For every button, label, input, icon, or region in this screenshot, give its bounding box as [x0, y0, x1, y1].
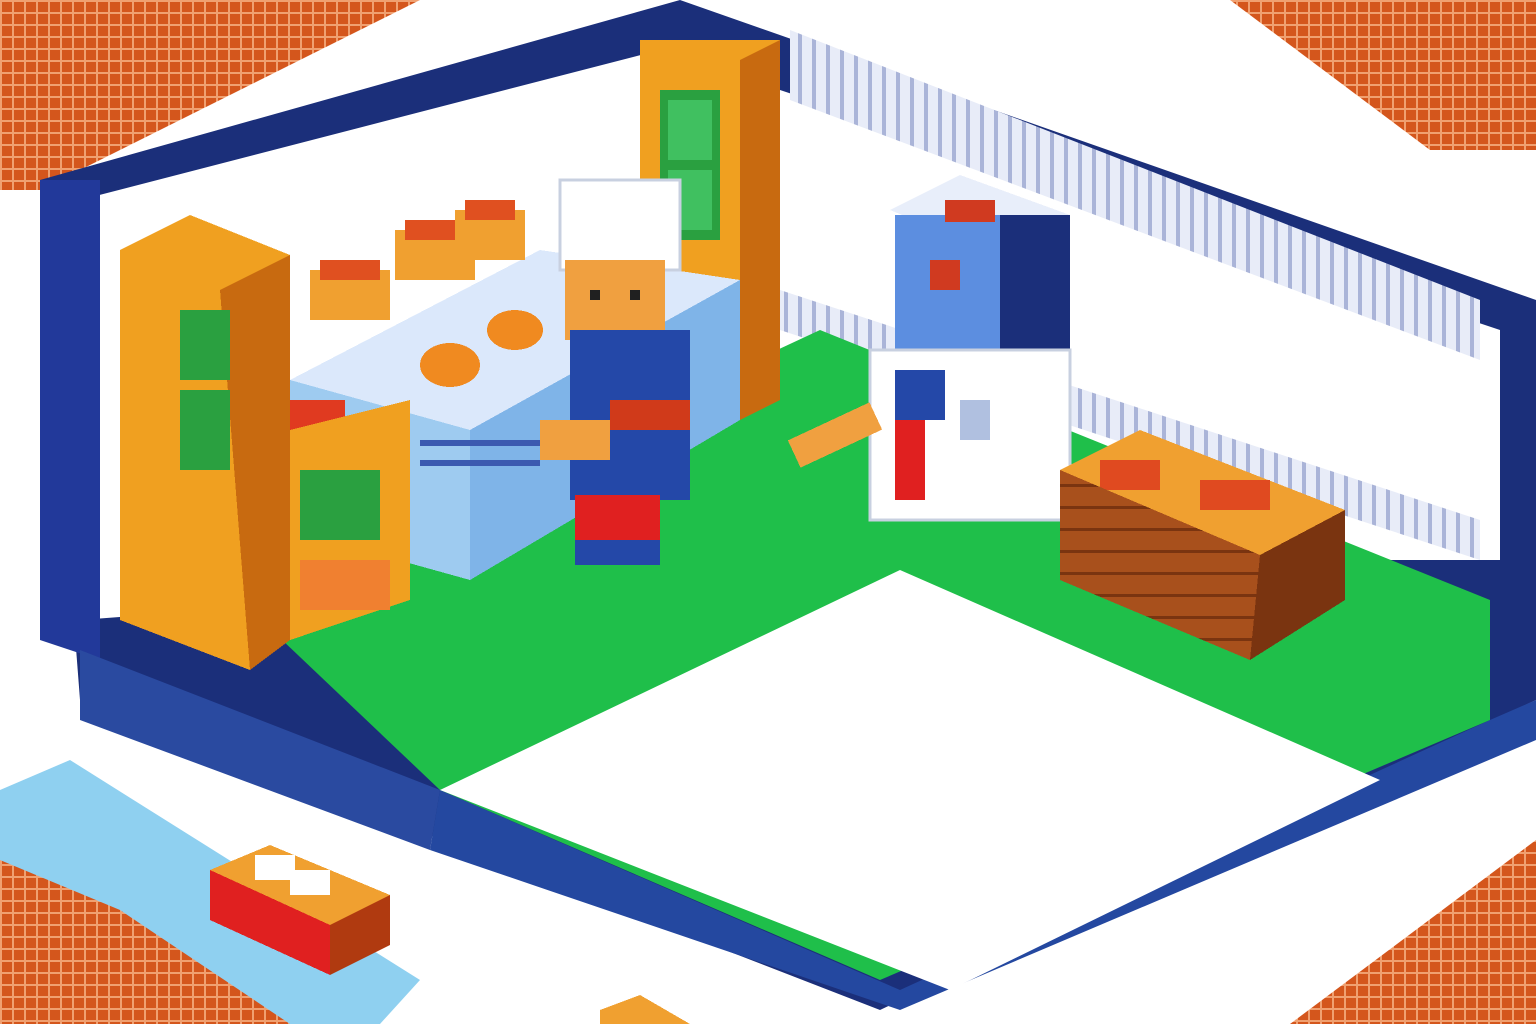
food-item [487, 310, 543, 350]
shopkeeper-hands [540, 420, 610, 460]
shopkeeper-legs [575, 495, 660, 545]
game-scene [0, 0, 1536, 1024]
shopkeeper-hat [558, 178, 682, 272]
food-item [420, 343, 480, 387]
shopkeeper-face [565, 260, 665, 340]
